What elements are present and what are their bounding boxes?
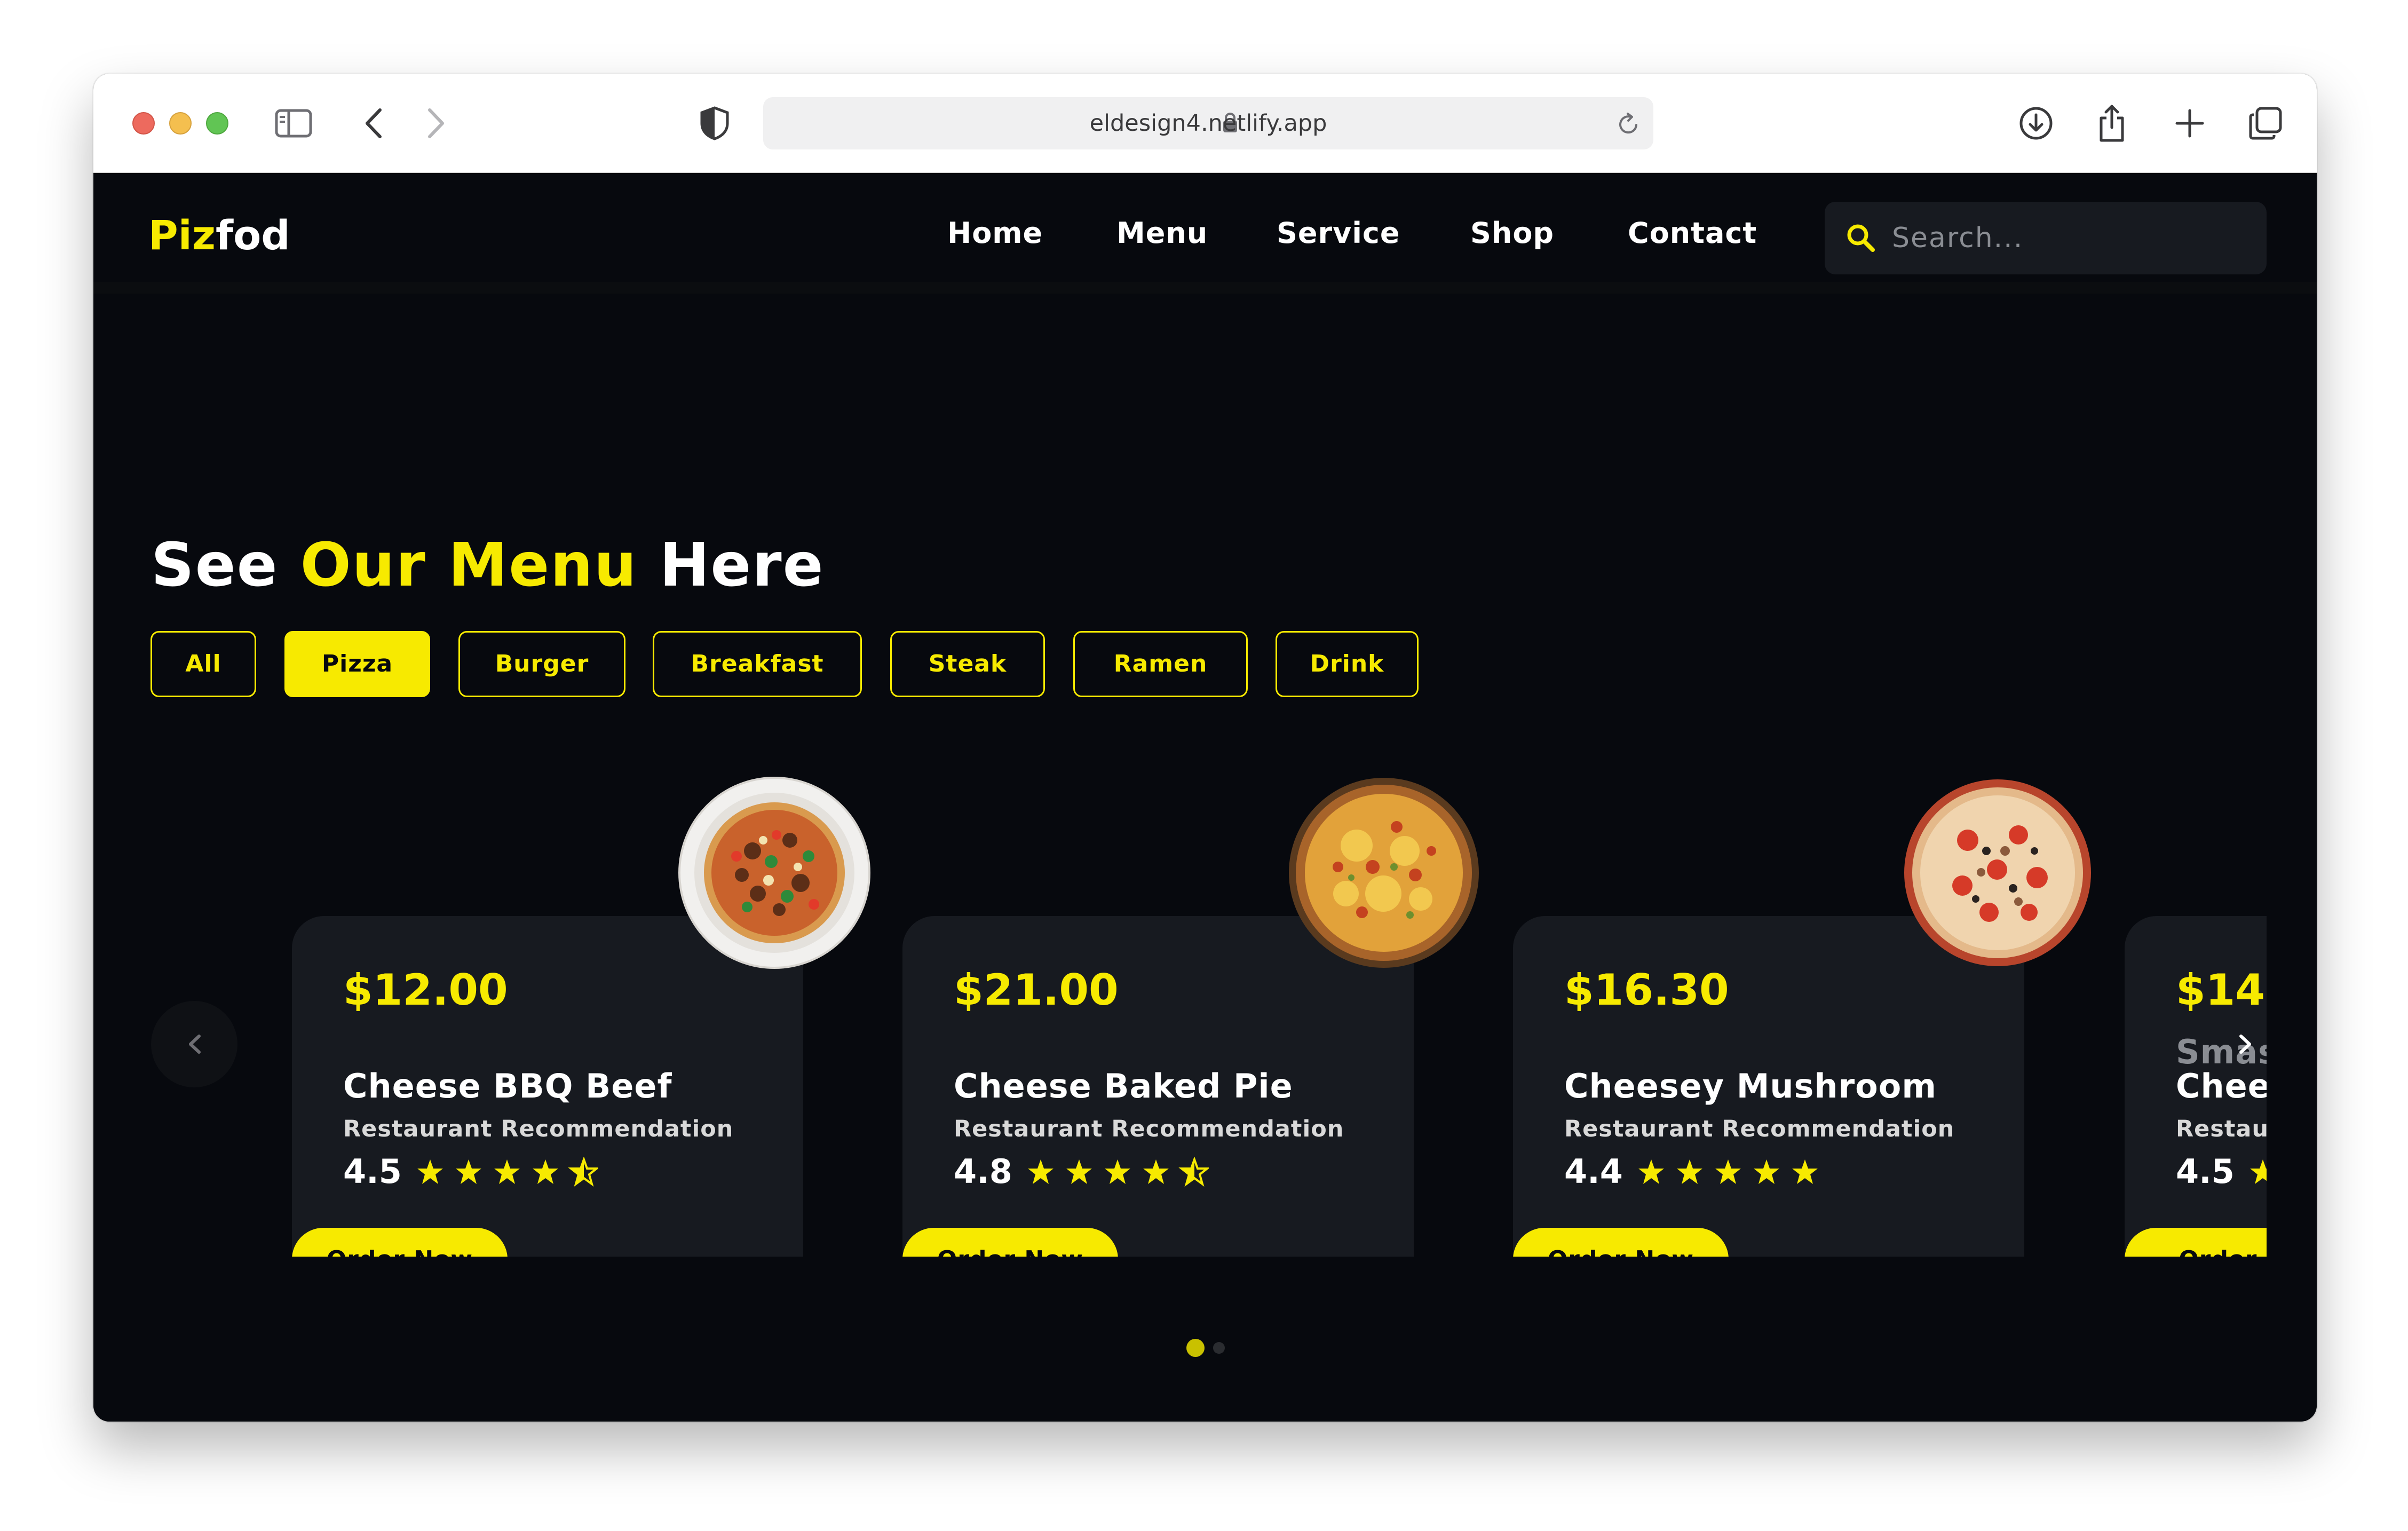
heading-part-1: See: [151, 531, 300, 600]
carousel-prev-button[interactable]: [151, 1001, 237, 1087]
star-rating-icon: [1028, 1157, 1209, 1187]
card-rating: 4.5: [343, 1152, 402, 1191]
download-icon[interactable]: [2019, 106, 2053, 140]
back-icon[interactable]: [364, 108, 383, 139]
nav-link-home[interactable]: Home: [947, 173, 1043, 294]
nav-link-menu[interactable]: Menu: [1116, 173, 1208, 294]
search-box[interactable]: [1825, 202, 2267, 274]
card-rating: 4.8: [954, 1152, 1012, 1191]
maximize-window-button[interactable]: [206, 112, 228, 135]
star-rating-icon: [1638, 1159, 1818, 1184]
pizza-image: [678, 777, 870, 969]
filter-all[interactable]: All: [150, 631, 256, 697]
menu-card: $16.30 Cheesey Mushroom Restaurant Recom…: [1513, 916, 2024, 1257]
card-subtitle: Restaurant Recommendation: [1564, 1116, 1955, 1142]
reload-icon[interactable]: [1617, 112, 1639, 136]
filter-breakfast[interactable]: Breakfast: [653, 631, 862, 697]
card-subtitle: Restaurant Recommendation: [343, 1116, 734, 1142]
browser-toolbar: eldesign4.netlify.app: [93, 74, 2317, 173]
share-icon[interactable]: [2098, 104, 2126, 143]
filter-drink[interactable]: Drink: [1276, 631, 1419, 697]
card-title: Cheese Baked Pie: [954, 1067, 1293, 1106]
card-subtitle: Restau: [2176, 1116, 2267, 1142]
filter-ramen[interactable]: Ramen: [1073, 631, 1248, 697]
chevron-right-icon: [2239, 1035, 2251, 1054]
new-tab-icon[interactable]: [2175, 108, 2205, 138]
filter-burger[interactable]: Burger: [458, 631, 625, 697]
logo-part-2: fod: [216, 211, 290, 259]
menu-carousel: $12.00 Cheese BBQ Beef Restaurant Recomm…: [93, 776, 2267, 1257]
order-now-button[interactable]: Order N: [2125, 1228, 2267, 1257]
site-logo[interactable]: Pizfod: [148, 211, 290, 259]
nav-link-shop[interactable]: Shop: [1470, 173, 1554, 294]
menu-card: $12.00 Cheese BBQ Beef Restaurant Recomm…: [292, 916, 803, 1257]
url-text: eldesign4.netlify.app: [1089, 110, 1327, 137]
site-navbar: Pizfod Home Menu Service Shop Contact: [93, 173, 2317, 294]
browser-window: eldesign4.netlify.app Pizfod Home Menu S…: [93, 74, 2317, 1422]
tabs-icon[interactable]: [2248, 106, 2283, 140]
card-rating: 4.5: [2176, 1152, 2235, 1191]
card-title: Cheesey Mushroom: [1564, 1067, 1937, 1106]
pagination-dot[interactable]: [1213, 1342, 1225, 1354]
web-page: Pizfod Home Menu Service Shop Contact Se…: [93, 173, 2317, 1422]
pizza-image: [1904, 779, 2091, 966]
order-now-button[interactable]: Order Now: [1513, 1228, 1729, 1257]
card-price: $16.30: [1564, 965, 1729, 1015]
nav-link-service[interactable]: Service: [1277, 173, 1400, 294]
order-now-button[interactable]: Order Now: [902, 1228, 1118, 1257]
card-price: $21.00: [954, 965, 1119, 1015]
menu-card: $21.00 Cheese Baked Pie Restaurant Recom…: [902, 916, 1414, 1257]
star-rating-icon: [417, 1157, 598, 1187]
card-price: $12.00: [343, 965, 508, 1015]
card-title: Cheese BBQ Beef: [343, 1067, 672, 1106]
chevron-left-icon: [189, 1035, 201, 1054]
heading-part-2: Here: [637, 531, 825, 600]
logo-part-1: Piz: [148, 211, 216, 259]
sidebar-icon[interactable]: [275, 109, 312, 138]
nav-link-contact[interactable]: Contact: [1628, 173, 1757, 294]
minimize-window-button[interactable]: [169, 112, 192, 135]
filter-pizza[interactable]: Pizza: [284, 631, 430, 697]
card-subtitle: Restaurant Recommendation: [954, 1116, 1344, 1142]
card-rating: 4.4: [1564, 1152, 1623, 1191]
star-rating-icon: [2250, 1159, 2267, 1184]
order-now-button[interactable]: Order Now: [292, 1228, 508, 1257]
filter-steak[interactable]: Steak: [890, 631, 1045, 697]
address-bar[interactable]: eldesign4.netlify.app: [763, 97, 1653, 149]
forward-icon[interactable]: [426, 108, 446, 139]
search-icon: [1847, 224, 1875, 252]
carousel-next-button[interactable]: [2224, 1001, 2267, 1087]
section-heading: See Our Menu Here: [151, 531, 825, 600]
pizza-image: [1289, 778, 1479, 968]
close-window-button[interactable]: [132, 112, 155, 135]
carousel-pagination: [93, 1339, 2317, 1360]
search-input[interactable]: [1892, 216, 2244, 261]
pagination-dot-active[interactable]: [1186, 1339, 1205, 1357]
heading-highlight: Our Menu: [300, 531, 638, 600]
shield-icon[interactable]: [700, 106, 730, 140]
